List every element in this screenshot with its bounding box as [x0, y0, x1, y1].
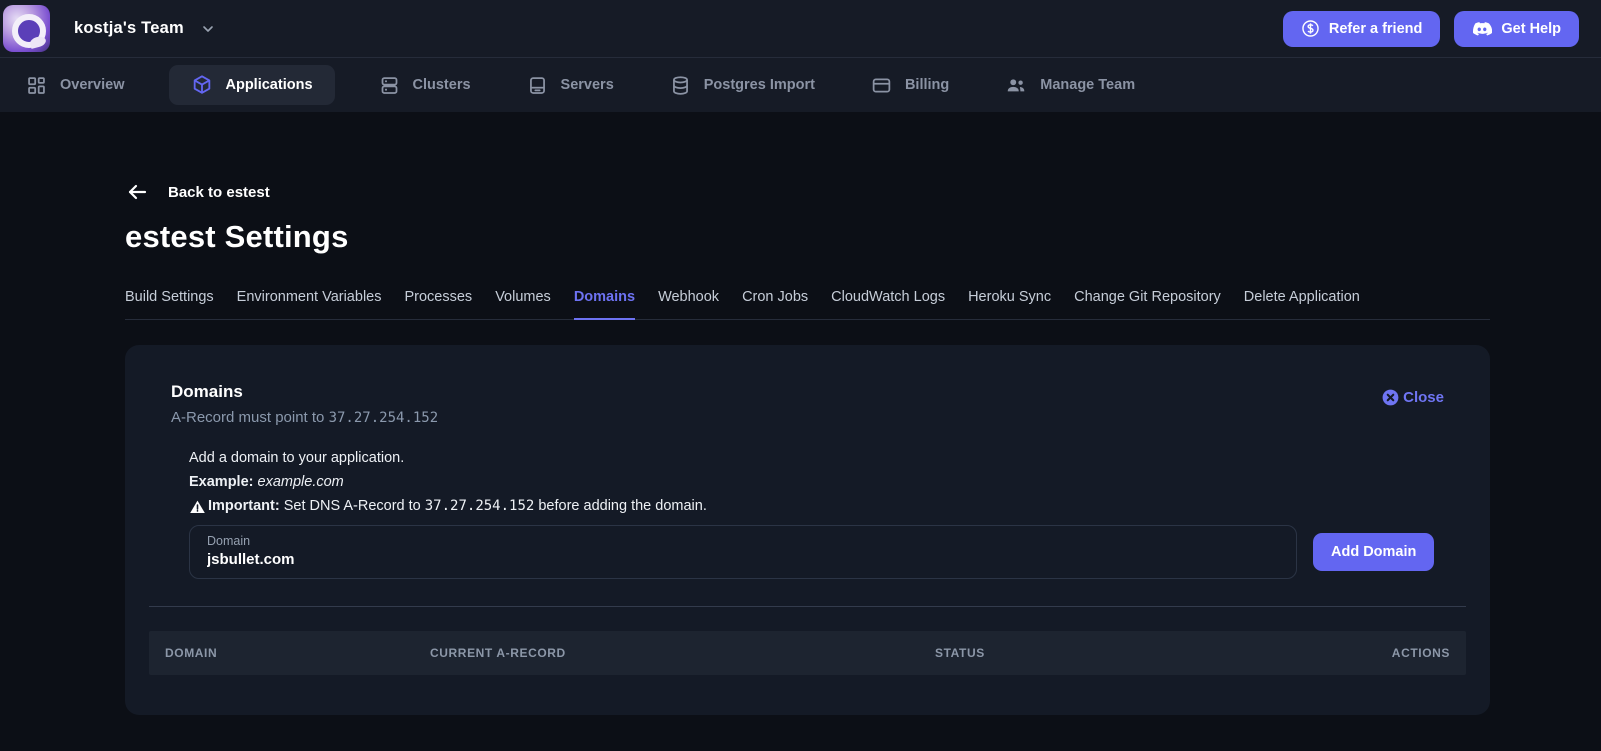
- column-header-domain: DOMAIN: [165, 646, 218, 660]
- tab-heroku-sync[interactable]: Heroku Sync: [968, 289, 1051, 319]
- nav-item-billing[interactable]: Billing: [859, 66, 961, 105]
- stack-icon: [379, 75, 400, 96]
- nav-label: Billing: [904, 77, 950, 93]
- close-button[interactable]: Close: [1381, 388, 1444, 407]
- column-header-actions: ACTIONS: [1391, 646, 1450, 660]
- top-header-bar: kostja's Team Refer a friend Get Help: [0, 0, 1601, 58]
- domain-input[interactable]: [207, 551, 1279, 568]
- important-ip: 37.27.254.152: [424, 498, 535, 514]
- tab-build-settings[interactable]: Build Settings: [125, 289, 214, 319]
- subtitle-text: A-Record must point to: [171, 409, 329, 426]
- nav-item-servers[interactable]: Servers: [515, 66, 626, 105]
- important-after: before adding the domain.: [534, 498, 707, 514]
- nav-item-applications[interactable]: Applications: [168, 65, 335, 105]
- chevron-down-icon[interactable]: [200, 21, 216, 37]
- example-label: Example:: [189, 474, 254, 490]
- domain-input-row: Domain Add Domain: [189, 525, 1466, 579]
- page-title: estest Settings: [125, 219, 349, 254]
- cube-icon: [191, 74, 213, 96]
- main-content: Back to estest estest Settings Build Set…: [0, 112, 1601, 715]
- important-text: Important: Set DNS A-Record to 37.27.254…: [189, 498, 1466, 515]
- column-header-a-record: CURRENT A-RECORD: [430, 646, 566, 660]
- arrow-left-icon: [125, 180, 149, 204]
- tab-processes[interactable]: Processes: [404, 289, 472, 319]
- dollar-circle-icon: [1301, 19, 1320, 38]
- close-label: Close: [1403, 389, 1444, 406]
- team-logo[interactable]: [3, 5, 50, 52]
- nav-label: Overview: [60, 77, 125, 93]
- nav-label: Applications: [225, 77, 313, 93]
- important-sentence: Important: Set DNS A-Record to 37.27.254…: [208, 498, 707, 514]
- tab-delete-application[interactable]: Delete Application: [1244, 289, 1360, 319]
- grid-icon: [26, 75, 47, 96]
- server-icon: [527, 75, 548, 96]
- domain-field-container[interactable]: Domain: [189, 525, 1297, 579]
- tab-cron-jobs[interactable]: Cron Jobs: [742, 289, 808, 319]
- card-icon: [871, 75, 892, 96]
- add-domain-button[interactable]: Add Domain: [1313, 533, 1435, 571]
- refer-a-friend-label: Refer a friend: [1328, 20, 1423, 37]
- warning-triangle-icon: [189, 499, 206, 515]
- main-navbar: Overview Applications Clusters Servers P…: [0, 58, 1601, 112]
- tab-environment-variables[interactable]: Environment Variables: [237, 289, 382, 319]
- a-record-subtitle: A-Record must point to 37.27.254.152: [171, 409, 438, 426]
- discord-icon: [1472, 19, 1493, 39]
- nav-label: Servers: [560, 77, 614, 93]
- settings-tabs: Build Settings Environment Variables Pro…: [125, 289, 1490, 320]
- nav-item-postgres-import[interactable]: Postgres Import: [658, 66, 827, 105]
- close-circle-icon: [1381, 388, 1400, 407]
- users-icon: [1005, 74, 1027, 96]
- instruction-text: Add a domain to your application.: [189, 450, 405, 466]
- team-name[interactable]: kostja's Team: [74, 19, 184, 38]
- example-value: example.com: [257, 474, 344, 490]
- example-text: Example: example.com: [189, 474, 1466, 490]
- nav-item-manage-team[interactable]: Manage Team: [993, 65, 1147, 105]
- tab-domains[interactable]: Domains: [573, 289, 636, 320]
- domains-card: Domains A-Record must point to 37.27.254…: [125, 345, 1490, 715]
- get-help-label: Get Help: [1501, 20, 1561, 37]
- nav-label: Postgres Import: [703, 77, 815, 93]
- back-link-label: Back to estest: [168, 183, 270, 201]
- add-domain-section: Add a domain to your application. Exampl…: [189, 450, 1466, 579]
- important-before: Set DNS A-Record to: [279, 498, 425, 514]
- tab-cloudwatch-logs[interactable]: CloudWatch Logs: [831, 289, 945, 319]
- tab-volumes[interactable]: Volumes: [495, 289, 551, 319]
- topbar-actions: Refer a friend Get Help: [1282, 10, 1579, 47]
- nav-label: Manage Team: [1040, 77, 1136, 93]
- get-help-button[interactable]: Get Help: [1454, 10, 1579, 47]
- important-label: Important:: [208, 498, 280, 514]
- refer-a-friend-button[interactable]: Refer a friend: [1282, 10, 1441, 47]
- nav-item-overview[interactable]: Overview: [14, 66, 137, 105]
- back-link[interactable]: Back to estest: [125, 180, 1601, 204]
- column-header-status: STATUS: [935, 646, 985, 660]
- nav-label: Clusters: [412, 77, 471, 93]
- a-record-ip: 37.27.254.152: [328, 410, 439, 426]
- domains-card-header: Domains A-Record must point to 37.27.254…: [171, 382, 1444, 426]
- database-icon: [670, 75, 691, 96]
- card-divider: [149, 606, 1466, 607]
- tab-webhook[interactable]: Webhook: [658, 289, 719, 319]
- domains-table-header: DOMAIN CURRENT A-RECORD STATUS ACTIONS: [149, 631, 1466, 675]
- domains-card-titles: Domains A-Record must point to 37.27.254…: [171, 382, 438, 426]
- card-title: Domains: [171, 382, 243, 401]
- tab-change-git-repository[interactable]: Change Git Repository: [1074, 289, 1221, 319]
- domain-field-label: Domain: [207, 534, 251, 548]
- nav-item-clusters[interactable]: Clusters: [367, 66, 483, 105]
